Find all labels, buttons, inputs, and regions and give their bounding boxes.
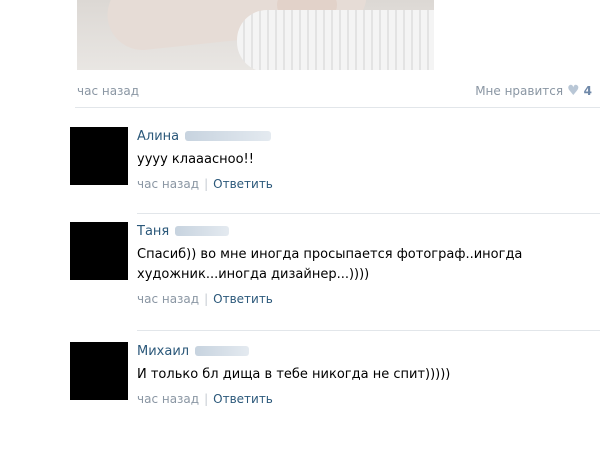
comment-meta: час назад | Ответить <box>137 392 597 406</box>
comment-body: Таня Спасиб)) во мне иногда просыпается … <box>137 222 597 307</box>
comment-author-row: Михаил <box>137 342 597 360</box>
avatar[interactable] <box>70 222 128 280</box>
like-count: 4 <box>583 84 592 98</box>
redacted-surname <box>195 346 250 356</box>
comment-body: Алина уууу клааасноо!! час назад | Ответит… <box>137 127 597 192</box>
comment-author-row: Алина <box>137 127 597 145</box>
comment-time[interactable]: час назад <box>137 177 199 191</box>
avatar[interactable] <box>70 342 128 400</box>
comment-author[interactable]: Таня <box>137 224 169 239</box>
comment-time[interactable]: час назад <box>137 292 199 306</box>
comment-text: И только бл дища в тебе никогда не спит)… <box>137 367 451 382</box>
redacted-surname <box>175 226 230 236</box>
photo-sock <box>237 10 434 70</box>
like-button[interactable]: Мне нравится ♥ 4 <box>475 84 592 98</box>
comment-author[interactable]: Михаил <box>137 344 189 359</box>
reply-link[interactable]: Ответить <box>213 392 273 406</box>
comment-divider <box>137 330 600 331</box>
comment-time[interactable]: час назад <box>137 392 199 406</box>
comment-meta: час назад | Ответить <box>137 292 597 306</box>
post-meta: час назад Мне нравится ♥ 4 <box>77 84 592 104</box>
like-label: Мне нравится <box>475 84 564 98</box>
comment-divider <box>137 213 600 214</box>
separator: | <box>204 292 209 306</box>
comment-text: Спасиб)) во мне иногда просыпается фотог… <box>137 247 523 282</box>
comment-author[interactable]: Алина <box>137 129 179 144</box>
avatar[interactable] <box>70 127 128 185</box>
reply-link[interactable]: Ответить <box>213 292 273 306</box>
comment-meta: час назад | Ответить <box>137 177 597 191</box>
heart-icon: ♥ <box>567 83 580 99</box>
redacted-surname <box>185 131 272 141</box>
post-photo[interactable] <box>77 0 434 70</box>
separator: | <box>204 177 209 191</box>
reply-link[interactable]: Ответить <box>213 177 273 191</box>
separator: | <box>204 392 209 406</box>
comment-author-row: Таня <box>137 222 597 240</box>
divider <box>75 107 600 108</box>
comment-body: Михаил И только бл дища в тебе никогда н… <box>137 342 597 407</box>
comment-text: уууу клааасноо!! <box>137 152 254 167</box>
post-time[interactable]: час назад <box>77 84 139 98</box>
